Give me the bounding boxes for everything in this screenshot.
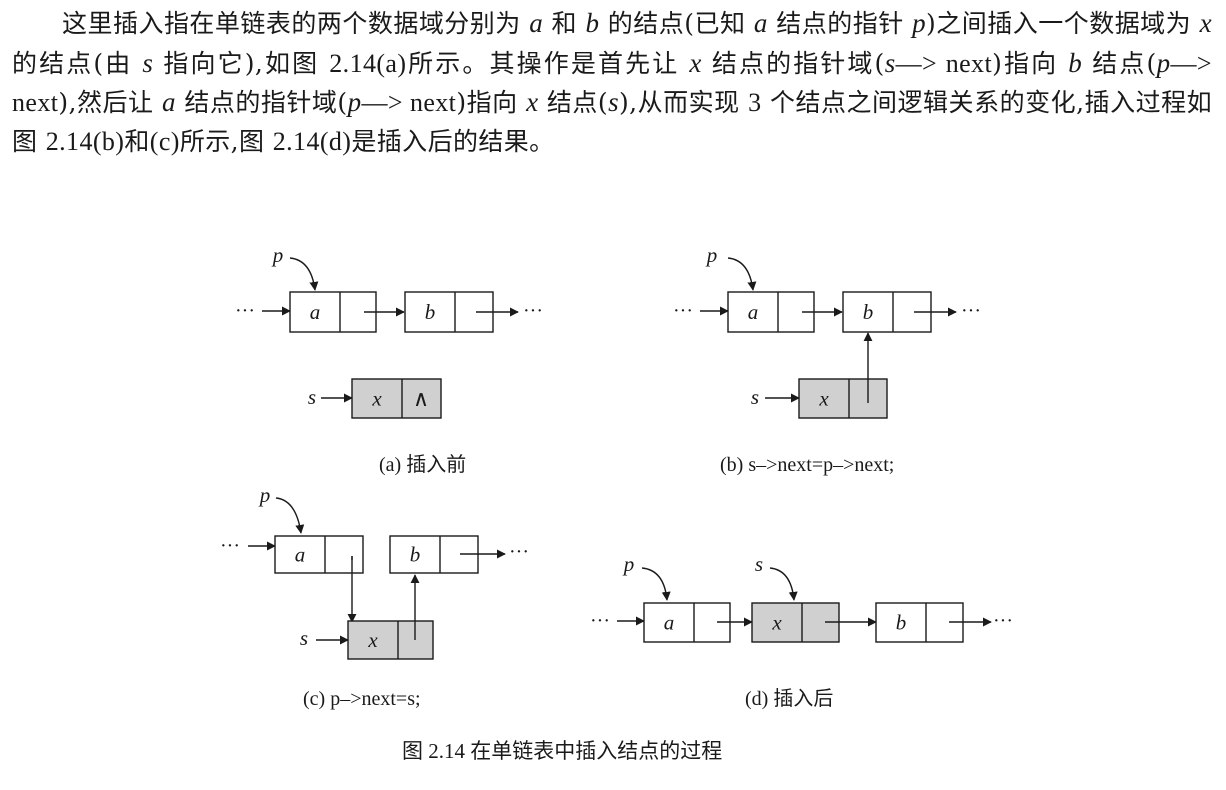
node-x-fig-d-value: x xyxy=(771,611,782,635)
node-b-fig-a-value: b xyxy=(425,300,436,324)
ellipsis-right-c: ··· xyxy=(509,541,529,563)
pointer-s-label-d: s xyxy=(755,552,763,576)
pointer-p-label-b: p xyxy=(705,243,718,267)
node-a-fig-c xyxy=(274,535,364,574)
caption-d: (d) 插入后 xyxy=(745,687,833,710)
ellipsis-left-d: ··· xyxy=(590,610,610,632)
ellipsis-left-c: ··· xyxy=(220,535,240,557)
node-x-fig-c xyxy=(347,620,434,660)
node-x-fig-a-value: x xyxy=(371,387,382,411)
pointer-p-label-d: p xyxy=(622,552,635,576)
pointer-p-arrow-b xyxy=(727,257,757,291)
node-a-fig-c-value: a xyxy=(295,543,306,567)
node-a-fig-a xyxy=(289,291,377,333)
pointer-p-arrow-c xyxy=(275,497,305,534)
pointer-p-arrow-a xyxy=(289,257,319,291)
linked-list-insertion-figure: ··· a b ··· p s x ∧ ··· a b ··· p s x ··· a b ··· p s x ··· a x b… xyxy=(220,243,1013,763)
ellipsis-left-a: ··· xyxy=(235,300,255,322)
pointer-s-label-a: s xyxy=(308,385,316,409)
figure-caption: 图 2.14 在单链表中插入结点的过程 xyxy=(402,739,722,763)
null-pointer-symbol: ∧ xyxy=(413,386,429,411)
ellipsis-left-b: ··· xyxy=(673,300,693,322)
ellipsis-right-d: ··· xyxy=(993,610,1013,632)
node-b-fig-c-value: b xyxy=(410,543,421,567)
node-x-fig-b-value: x xyxy=(818,387,829,411)
node-a-fig-d-value: a xyxy=(664,611,675,635)
caption-b: (b) s–>next=p–>next; xyxy=(720,454,894,476)
diagram-layer: ··· a b ··· p s x ∧ ··· a b ··· p s x ··· a b ··· p s x ··· a x b… xyxy=(220,243,1013,660)
caption-a: (a) 插入前 xyxy=(379,453,466,476)
ellipsis-right-a: ··· xyxy=(523,300,543,322)
pointer-s-arrow-d xyxy=(769,567,798,601)
node-x-fig-c-value: x xyxy=(367,628,378,652)
pointer-s-label-b: s xyxy=(751,385,759,409)
node-a-fig-a-value: a xyxy=(310,300,321,324)
node-x-fig-b xyxy=(798,378,888,419)
node-a-fig-b-value: a xyxy=(748,300,759,324)
pointer-s-label-c: s xyxy=(300,626,308,650)
node-b-fig-b-value: b xyxy=(863,300,874,324)
ellipsis-right-b: ··· xyxy=(961,300,981,322)
pointer-p-label-a: p xyxy=(271,243,284,267)
caption-c: (c) p–>next=s; xyxy=(303,688,421,710)
pointer-p-arrow-d xyxy=(641,567,671,601)
node-b-fig-d-value: b xyxy=(896,611,907,635)
node-a-fig-b xyxy=(727,291,815,333)
pointer-p-label-c: p xyxy=(258,483,271,507)
